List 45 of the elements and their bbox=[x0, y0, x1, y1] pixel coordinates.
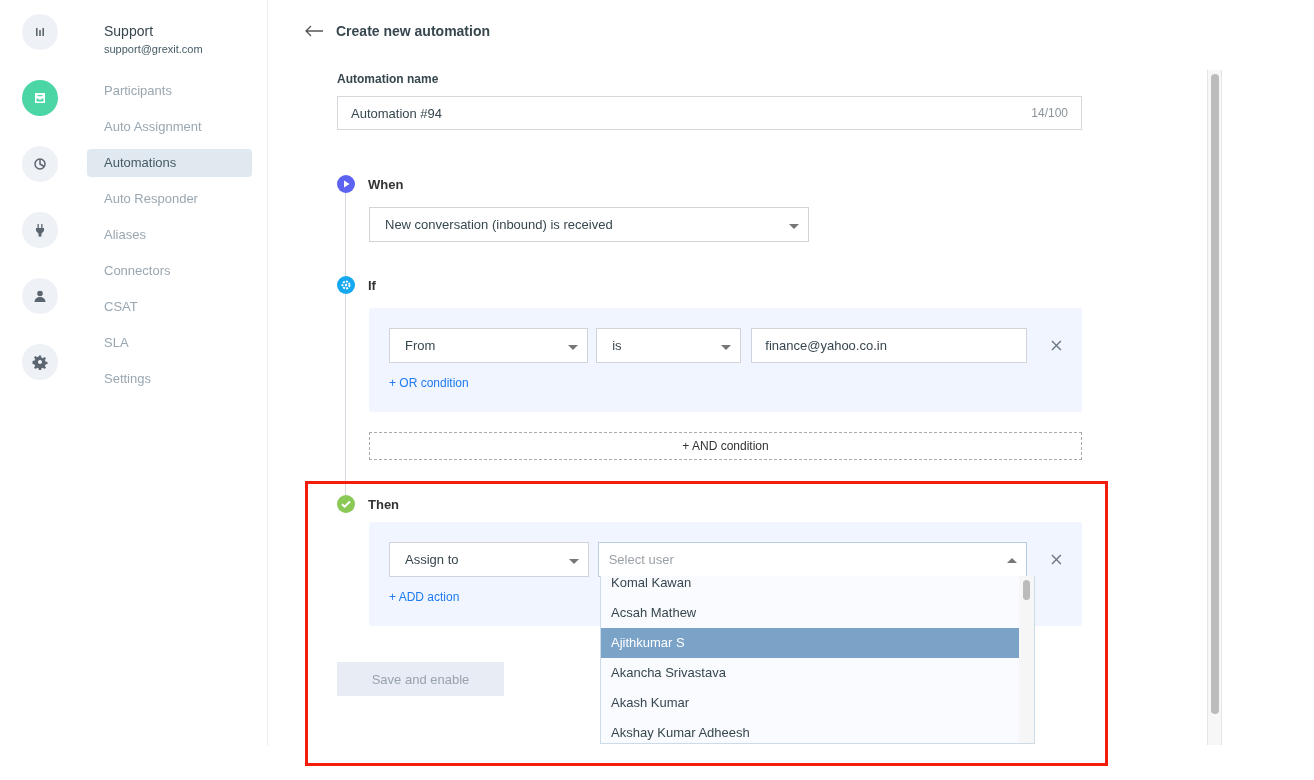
play-icon bbox=[337, 175, 355, 193]
rail-button[interactable] bbox=[22, 146, 58, 182]
check-icon bbox=[337, 495, 355, 513]
operator-dropdown[interactable]: is bbox=[596, 328, 742, 363]
rail-button[interactable] bbox=[22, 14, 58, 50]
user-option[interactable]: Komal Kawan bbox=[601, 576, 1020, 598]
field-label: Automation name bbox=[337, 72, 440, 86]
close-icon[interactable] bbox=[1051, 340, 1062, 351]
or-condition-link[interactable]: + OR condition bbox=[389, 376, 469, 390]
scrollbar-thumb[interactable] bbox=[1023, 580, 1030, 600]
page-title: Create new automation bbox=[336, 23, 491, 39]
user-option[interactable]: Akshay Kumar Adheesh bbox=[601, 718, 1020, 743]
account-email: support@grexit.com bbox=[103, 43, 204, 55]
rail-button[interactable] bbox=[22, 212, 58, 248]
caret-icon bbox=[789, 224, 799, 229]
action-dropdown[interactable]: Assign to bbox=[389, 542, 589, 577]
add-action-link[interactable]: + ADD action bbox=[389, 590, 460, 604]
inbox-tray-icon bbox=[32, 90, 48, 106]
caret-icon bbox=[1007, 558, 1018, 563]
caret-icon bbox=[568, 345, 579, 350]
account-name: Support bbox=[103, 23, 155, 39]
back-arrow-icon[interactable] bbox=[304, 25, 324, 37]
value-input-field[interactable]: finance@yahoo.co.in bbox=[751, 328, 1028, 363]
trigger-dropdown[interactable]: New conversation (inbound) is received bbox=[369, 207, 809, 242]
settings-icon bbox=[32, 354, 48, 370]
step-label: When bbox=[368, 176, 404, 192]
pie-chart-icon bbox=[32, 156, 48, 172]
step-label: If bbox=[368, 277, 376, 293]
caret-icon bbox=[568, 559, 579, 564]
user-option[interactable]: Akash Kumar bbox=[601, 688, 1020, 718]
character-counter: 14/100 bbox=[1031, 106, 1068, 120]
user-option[interactable]: Acsah Mathew bbox=[601, 598, 1020, 628]
rail-button[interactable] bbox=[22, 344, 58, 380]
scrollbar-thumb[interactable] bbox=[1210, 74, 1219, 714]
user-option[interactable]: Akancha Srivastava bbox=[601, 658, 1020, 688]
person-icon bbox=[32, 288, 48, 304]
close-icon[interactable] bbox=[1051, 554, 1062, 565]
caret-icon bbox=[721, 345, 732, 350]
nav-item[interactable]: Automations bbox=[87, 149, 252, 177]
field-value: Automation #94 bbox=[351, 105, 443, 121]
field-dropdown[interactable]: From bbox=[389, 328, 589, 363]
and-condition-button[interactable]: + AND condition bbox=[369, 432, 1082, 460]
name-input-field[interactable]: Automation #94 14/100 bbox=[337, 96, 1082, 130]
rail-button[interactable] bbox=[22, 278, 58, 314]
step-label: Then bbox=[368, 496, 400, 512]
